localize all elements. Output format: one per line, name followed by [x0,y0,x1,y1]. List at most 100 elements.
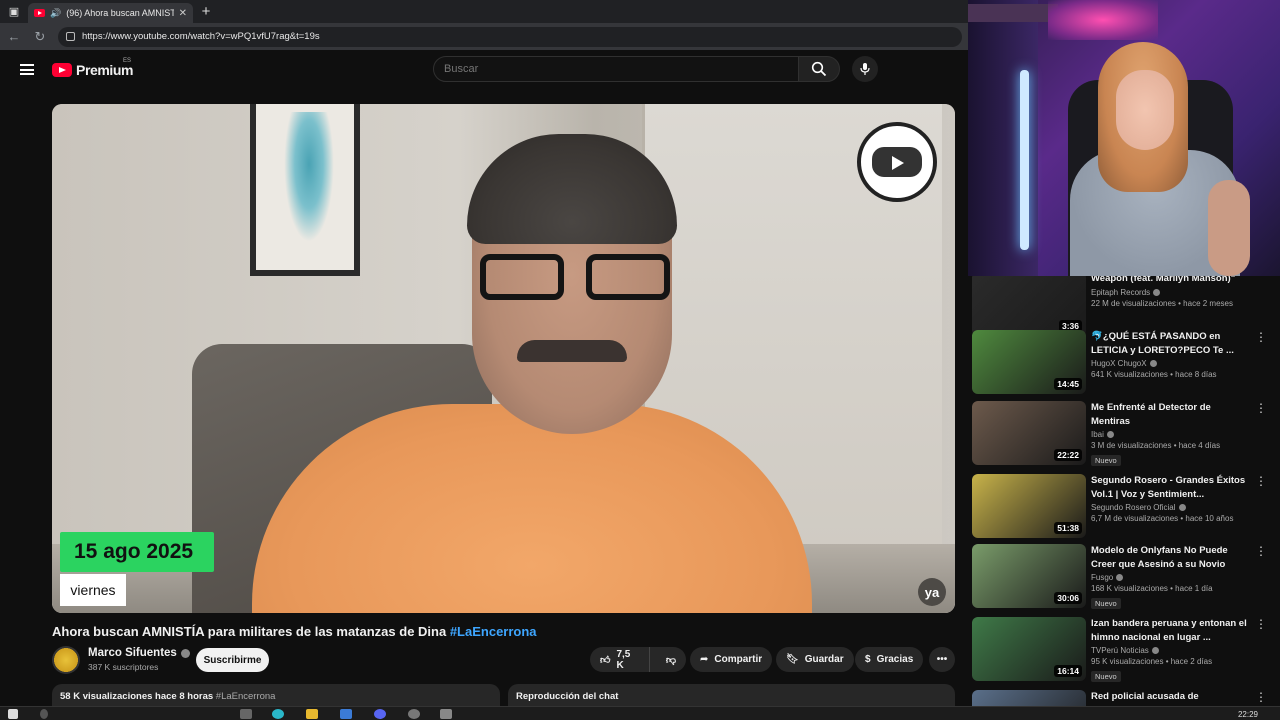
taskbar-clock[interactable]: 22:29 [1238,710,1258,719]
video-presenter-mustache [517,340,627,362]
channel-name-row[interactable]: Marco Sifuentes [88,647,190,659]
kebab-menu-icon[interactable]: ⋮ [1255,690,1267,706]
channel-avatar[interactable] [52,646,80,674]
menu-icon[interactable] [20,64,34,75]
back-icon[interactable]: ← [6,29,22,44]
video-item-meta: 6,7 M de visualizaciones • hace 10 años [1091,514,1234,523]
video-presenter-glasses [480,254,670,302]
subscribe-button[interactable]: Suscribirme [196,648,269,672]
kebab-menu-icon[interactable]: ⋮ [1255,617,1267,635]
save-button[interactable]: 🔖︎ Guardar [776,647,854,672]
kebab-menu-icon[interactable]: ⋮ [1255,401,1267,419]
search-box[interactable] [433,56,799,82]
search-input[interactable] [444,63,798,75]
share-label: Compartir [714,654,763,665]
site-info-icon[interactable] [66,32,75,41]
more-actions-button[interactable]: ••• [929,647,955,672]
recommended-video[interactable]: 51:38 Segundo Rosero - Grandes Éxitos Vol… [972,474,1276,540]
video-item-channel[interactable]: TVPerú Noticias [1091,646,1149,655]
video-thumbnail[interactable]: 30:06 [972,544,1086,608]
video-item-channel[interactable]: Epitaph Records [1091,288,1150,297]
recommended-video[interactable]: 14:45 🐬¿QUÉ ESTÁ PASANDO en LETICIA y LOR… [972,330,1276,396]
video-thumbnail[interactable]: 51:38 [972,474,1086,538]
video-item-channel[interactable]: Fusgo [1091,573,1113,582]
address-bar-row: ← ↻ https://www.youtube.com/watch?v=wPQ1… [0,23,968,50]
channel-watermark[interactable]: ya [918,578,946,606]
voice-search-button[interactable] [852,56,878,82]
search-icon [811,61,827,77]
recommended-video[interactable]: 22:22 Me Enfrenté al Detector de Mentiras… [972,401,1276,467]
video-item-title[interactable]: 🐬¿QUÉ ESTÁ PASANDO en LETICIA y LORETO?P… [1091,330,1251,357]
task-view-icon[interactable] [240,709,252,719]
start-icon[interactable] [8,709,18,719]
edge-icon[interactable] [272,709,284,719]
tab-title: (96) Ahora buscan AMNISTÍ [66,8,174,18]
screen: { "browser": { "tab_title": "(96) Ahora … [0,0,1280,720]
share-button[interactable]: ➦ Compartir [690,647,773,672]
video-overlay-date: 15 ago 2025 [60,532,214,572]
video-item-channel-row: Epitaph Records [1091,288,1251,297]
like-button[interactable]: 👍︎ 7,5 K [590,647,650,672]
app-icon[interactable] [440,709,452,719]
video-thumbnail[interactable]: 22:22 [972,401,1086,465]
video-item-title[interactable]: Izan bandera peruana y entonan el himno … [1091,617,1251,644]
kebab-menu-icon[interactable]: ⋮ [1255,474,1267,492]
video-item-title[interactable]: Red policial acusada de [1091,690,1251,704]
video-item-channel-row: HugoX ChugoX [1091,359,1251,368]
thanks-label: Gracias [876,654,914,665]
bookmark-icon: 🔖︎ [786,654,799,665]
verified-icon [1149,360,1157,367]
video-item-channel[interactable]: HugoX ChugoX [1091,359,1147,368]
recommended-video[interactable]: 30:06 Modelo de Onlyfans No Puede Creer q… [972,544,1276,610]
video-item-title[interactable]: Modelo de Onlyfans No Puede Creer que As… [1091,544,1251,571]
video-item-meta: 641 K visualizaciones • hace 8 días [1091,370,1217,379]
kebab-menu-icon[interactable]: ⋮ [1255,544,1267,562]
description-views: 58 K visualizaciones hace 8 horas [60,691,216,702]
video-player[interactable]: 15 ago 2025 viernes ya [52,104,955,613]
kebab-menu-icon[interactable]: ⋮ [1255,330,1267,348]
video-item-title[interactable]: Weapon (feat. Marilyn Manson)" [1091,276,1251,286]
video-title-hashtag[interactable]: #LaEncerrona [450,624,537,639]
recommended-video[interactable]: 3:36 Weapon (feat. Marilyn Manson)" Epitap… [972,276,1276,338]
speaker-icon[interactable]: 🔊 [50,8,61,19]
channel-name[interactable]: Marco Sifuentes [88,647,177,659]
video-item-meta: 3 M de visualizaciones • hace 4 días [1091,441,1221,450]
video-item-title[interactable]: Me Enfrenté al Detector de Mentiras [1091,401,1251,428]
verified-icon [1116,574,1124,581]
browser-tab[interactable]: 🔊 (96) Ahora buscan AMNISTÍ ✕ [28,3,193,23]
video-thumbnail[interactable]: 16:14 [972,617,1086,681]
recommendations-list: 3:36 Weapon (feat. Marilyn Manson)" Epitap… [968,276,1280,706]
obs-icon[interactable] [408,709,420,719]
new-tab-button[interactable]: + [193,3,219,20]
recommended-video[interactable]: 16:14 Izan bandera peruana y entonan el h… [972,617,1276,683]
url-field[interactable]: https://www.youtube.com/watch?v=wPQ1vfU7… [58,26,962,47]
tab-close-icon[interactable]: ✕ [179,8,187,19]
verified-icon [1153,288,1161,296]
video-item-channel[interactable]: Segundo Rosero Oficial [1091,503,1176,512]
video-thumbnail[interactable] [972,690,1086,706]
file-explorer-icon[interactable] [306,709,318,719]
store-icon[interactable] [340,709,352,719]
window-menu-icon[interactable]: ▣ [0,0,28,23]
dislike-button[interactable]: 👎︎ [656,647,686,672]
logo-text: Premium [76,62,134,78]
video-item-meta: 95 K visualizaciones • hace 2 días [1091,657,1213,666]
search-taskbar-icon[interactable] [40,709,48,719]
video-item-meta: 168 K visualizaciones • hace 1 día [1091,584,1213,593]
video-item-title[interactable]: Segundo Rosero - Grandes Éxitos Vol.1 | … [1091,474,1251,501]
discord-icon[interactable] [374,709,386,719]
video-thumbnail[interactable]: 14:45 [972,330,1086,394]
thanks-button[interactable]: $ Gracias [855,647,924,672]
video-item-channel[interactable]: Ibai [1091,430,1104,439]
like-dislike-group: 👍︎ 7,5 K 👎︎ [590,647,686,672]
search-button[interactable] [798,56,840,82]
youtube-logo[interactable]: Premium ES [52,58,134,78]
new-badge: Nuevo [1091,455,1121,466]
os-taskbar: 22:29 [0,706,1280,720]
video-item-meta: 22 M de visualizaciones • hace 2 meses [1091,298,1233,308]
channel-bot-logo-icon [857,122,937,202]
description-hashtag[interactable]: #LaEncerrona [216,691,276,702]
reload-icon[interactable]: ↻ [32,29,48,45]
recommended-video[interactable]: Red policial acusada de ⋮ [972,690,1276,706]
video-thumbnail[interactable]: 3:36 [972,276,1086,336]
